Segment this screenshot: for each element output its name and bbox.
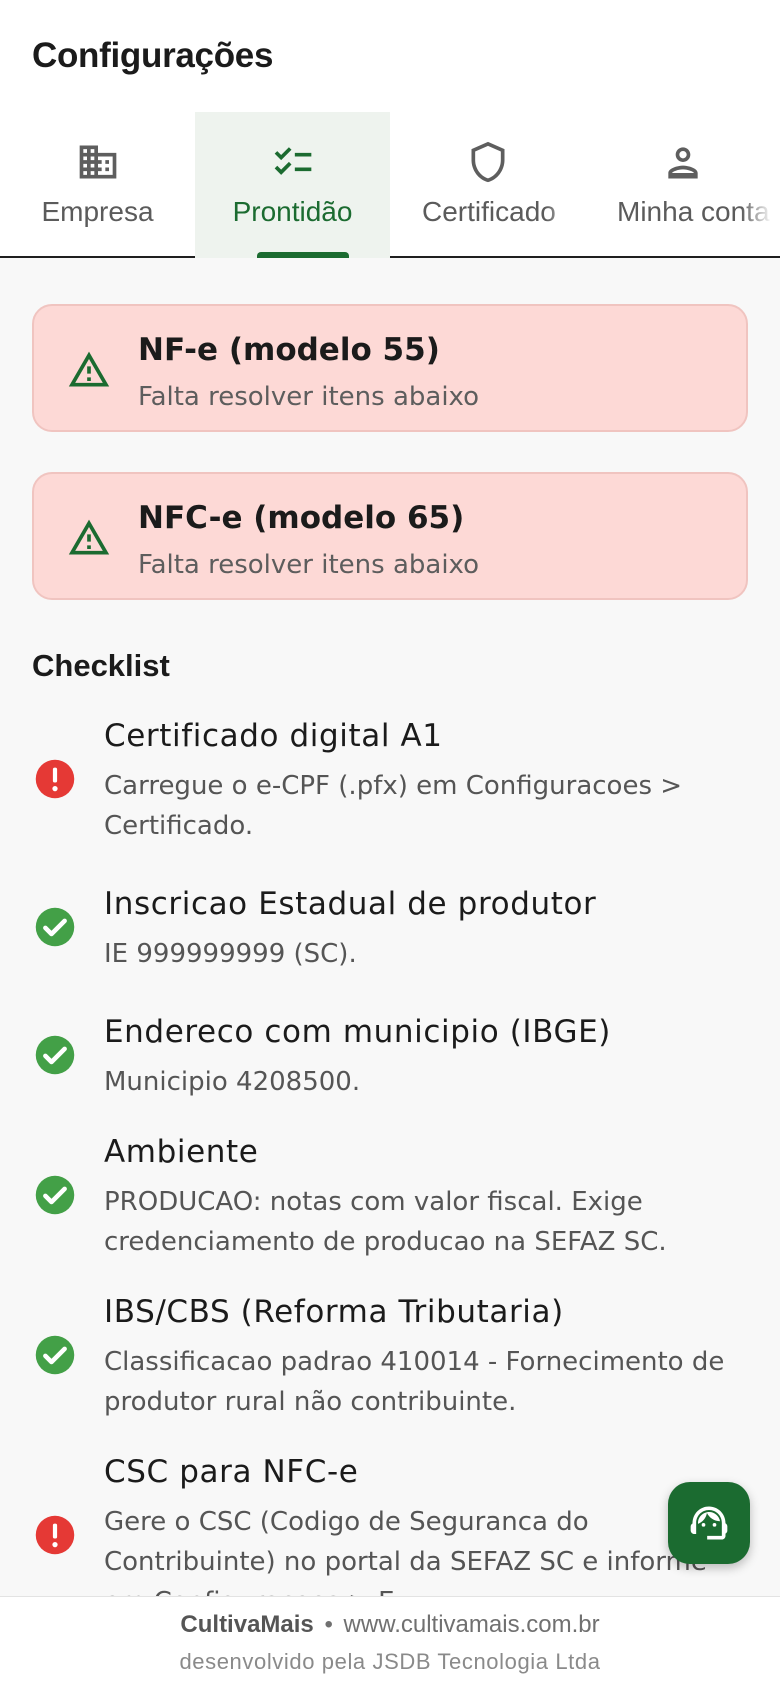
nfe-status-card: NF-e (modelo 55) Falta resolver itens ab…	[32, 304, 748, 432]
check-circle-icon	[35, 1035, 75, 1075]
footer-credit: desenvolvido pela JSDB Tecnologia Ltda	[179, 1649, 601, 1674]
shield-icon	[471, 141, 504, 183]
footer-separator: •	[324, 1611, 333, 1638]
check-circle-icon	[35, 1335, 75, 1375]
alert-subtitle: Falta resolver itens abaixo	[138, 550, 480, 580]
active-tab-indicator	[257, 252, 349, 258]
check-circle-icon	[35, 1175, 75, 1215]
alert-subtitle: Falta resolver itens abaixo	[138, 382, 480, 412]
alert-title: NFC-e (modelo 65)	[138, 500, 465, 536]
checklist-item-description: IE 999999999 (SC).	[104, 939, 357, 969]
checklist-item-title: IBS/CBS (Reforma Tributaria)	[104, 1294, 564, 1330]
checklist-item-title: CSC para NFC-e	[104, 1454, 359, 1490]
checklist-item-title: Inscricao Estadual de produtor	[104, 886, 597, 922]
tab-prontidao[interactable]: Prontidão	[195, 112, 390, 258]
checklist-item-title: Endereco com municipio (IBGE)	[104, 1014, 611, 1050]
checklist-item-description: PRODUCAO: notas com valor fiscal. Exige …	[104, 1187, 667, 1257]
nfce-status-card: NFC-e (modelo 65) Falta resolver itens a…	[32, 472, 748, 600]
tab-empresa[interactable]: Empresa	[0, 112, 195, 258]
tab-minha-conta[interactable]: Minha conta	[585, 112, 780, 258]
settings-page: Configurações Empresa Prontidão Certific…	[0, 0, 780, 1688]
tab-label: Prontidão	[232, 196, 353, 227]
footer-url-link[interactable]: www.cultivamais.com.br	[344, 1611, 600, 1638]
app-header: Configurações Empresa Prontidão Certific…	[0, 0, 780, 258]
tab-certificado[interactable]: Certificado	[390, 112, 585, 258]
support-agent-icon	[690, 1506, 728, 1540]
tab-label: Certificado	[422, 196, 556, 227]
alert-title: NF-e (modelo 55)	[138, 332, 440, 368]
footer-brand: CultivaMais	[180, 1611, 314, 1638]
checklist-item-description: Classificacao padrao 410014 - Fornecimen…	[104, 1347, 725, 1417]
checklist-item-description: Municipio 4208500.	[104, 1067, 361, 1097]
page-title: Configurações	[32, 36, 274, 75]
checklist-item-title: Certificado digital A1	[104, 718, 443, 754]
check-circle-icon	[35, 907, 75, 947]
warning-icon	[68, 351, 110, 387]
error-icon	[35, 759, 75, 799]
support-chat-button[interactable]	[668, 1482, 750, 1564]
footer-line-brand: CultivaMais • www.cultivamais.com.br	[0, 1611, 780, 1639]
checklist-item-title: Ambiente	[104, 1134, 259, 1170]
checklist-icon	[274, 147, 311, 175]
tab-bar: Empresa Prontidão Certificado Minha cont…	[0, 112, 780, 258]
error-icon	[35, 1515, 75, 1555]
checklist-heading: Checklist	[32, 648, 170, 683]
tab-label: Minha conta	[617, 196, 770, 227]
building-icon	[79, 145, 116, 179]
warning-icon	[68, 519, 110, 555]
person-icon	[667, 147, 698, 179]
app-footer: CultivaMais • www.cultivamais.com.br des…	[0, 1596, 780, 1688]
tab-label: Empresa	[41, 196, 154, 227]
checklist-item-description: Carregue o e-CPF (.pfx) em Configuracoes…	[104, 771, 683, 841]
